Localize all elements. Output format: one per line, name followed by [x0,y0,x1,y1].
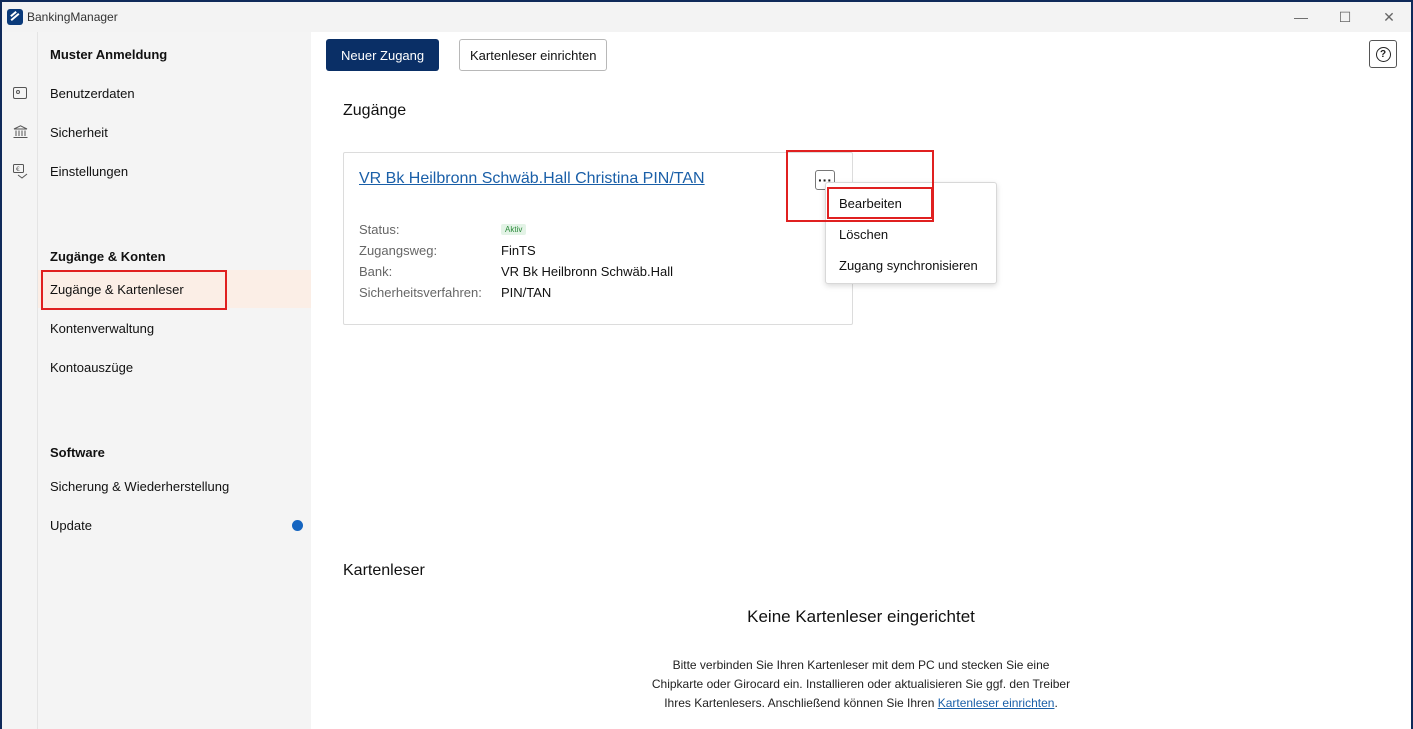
empty-text-line-3-prefix: Ihres Kartenlesers. Anschließend können … [664,696,938,710]
sidebar-item-benutzerdaten[interactable]: Benutzerdaten [38,74,311,112]
sidebar-item-sicherheit[interactable]: Sicherheit [38,113,311,151]
window-controls: — ☐ ✕ [1279,2,1411,32]
bank-label: Bank: [359,263,393,279]
menu-item-sync[interactable]: Zugang synchronisieren [826,250,998,280]
setup-card-reader-button[interactable]: Kartenleser einrichten [459,39,608,71]
app-logo-icon [7,9,23,25]
security-label: Sicherheitsverfahren: [359,284,482,300]
help-button[interactable]: ? [1369,40,1397,68]
menu-item-delete[interactable]: Löschen [826,219,998,249]
svg-text:€: € [16,166,20,173]
bank-value: VR Bk Heilbronn Schwäb.Hall [501,263,673,279]
no-card-reader-title: Keine Kartenleser eingerichtet [747,607,975,626]
sidebar-item-zugaenge-kartenleser[interactable]: Zugänge & Kartenleser [38,270,311,308]
maximize-button[interactable]: ☐ [1323,2,1367,32]
update-indicator-dot [292,520,303,531]
status-row: Status: Aktiv [359,220,527,238]
sidebar: Muster Anmeldung Benutzerdaten Sicherhei… [38,32,311,729]
no-card-reader-text: Bitte verbinden Sie Ihren Kartenleser mi… [581,656,1141,713]
access-name-link[interactable]: VR Bk Heilbronn Schwäb.Hall Christina PI… [359,170,705,188]
path-label: Zugangsweg: [359,242,438,258]
empty-text-line-2: Chipkarte oder Girocard ein. Installiere… [651,677,1071,691]
sidebar-item-update-label: Update [50,517,92,533]
empty-text-line-3: Ihres Kartenlesers. Anschließend können … [581,694,1141,713]
sidebar-heading-software: Software [50,445,105,460]
main-content: Neuer Zugang Kartenleser einrichten ? Zu… [311,32,1411,729]
bank-icon[interactable] [12,124,28,140]
bank-row: Bank: VR Bk Heilbronn Schwäb.Hall [359,262,673,280]
setup-card-reader-link[interactable]: Kartenleser einrichten [938,696,1055,710]
menu-item-edit[interactable]: Bearbeiten [826,188,998,218]
id-card-icon[interactable] [12,85,28,101]
close-button[interactable]: ✕ [1367,2,1411,32]
sidebar-item-kontenverwaltung[interactable]: Kontenverwaltung [38,309,311,347]
security-row: Sicherheitsverfahren: PIN/TAN [359,283,551,301]
sidebar-item-sicherung[interactable]: Sicherung & Wiederherstellung [38,467,311,505]
help-icon: ? [1375,46,1391,62]
access-card: VR Bk Heilbronn Schwäb.Hall Christina PI… [343,152,853,325]
empty-text-line-3-suffix: . [1054,696,1058,710]
path-value: FinTS [501,242,536,258]
title-bar: BankingManager — ☐ ✕ [2,2,1411,32]
path-row: Zugangsweg: FinTS [359,241,536,259]
empty-text-line-1: Bitte verbinden Sie Ihren Kartenleser mi… [672,658,1050,672]
sidebar-heading-accounts: Zugänge & Konten [50,249,166,264]
sidebar-item-update[interactable]: Update [38,506,311,544]
status-label: Status: [359,221,400,237]
minimize-button[interactable]: — [1279,2,1323,32]
app-window: BankingManager — ☐ ✕ € Muster Anmeldung … [2,2,1411,729]
settings-hand-icon[interactable]: € [12,163,28,179]
sidebar-item-kontoauszuege[interactable]: Kontoauszüge [38,348,311,386]
security-value: PIN/TAN [501,284,552,300]
status-badge: Aktiv [501,223,527,235]
icon-rail: € [2,32,38,729]
card-reader-section-title: Kartenleser [343,562,425,579]
sidebar-item-einstellungen[interactable]: Einstellungen [38,152,311,190]
new-access-button[interactable]: Neuer Zugang [326,39,440,71]
access-section-title: Zugänge [343,102,407,119]
app-title: BankingManager [27,10,118,24]
context-menu: Bearbeiten Löschen Zugang synchronisiere… [825,182,997,284]
sidebar-heading-account: Muster Anmeldung [50,47,168,62]
